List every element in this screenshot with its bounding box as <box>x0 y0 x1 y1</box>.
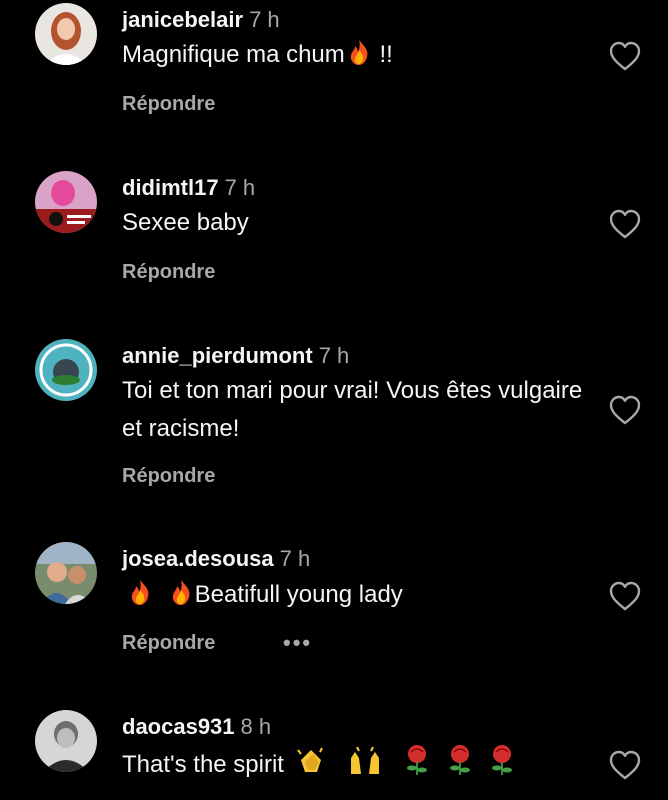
reply-button[interactable]: Répondre <box>122 632 215 655</box>
username[interactable]: josea.desousa <box>122 546 274 571</box>
reply-button[interactable]: Répondre <box>122 465 215 488</box>
reply-button[interactable]: Répondre <box>122 93 215 116</box>
username[interactable]: janicebelair <box>122 7 243 32</box>
avatar[interactable] <box>35 339 97 401</box>
heart-outline-icon[interactable] <box>609 41 641 71</box>
avatar[interactable] <box>35 171 97 233</box>
comments-list: janicebelair 7 h Magnifique ma chum !! Ré… <box>0 0 668 800</box>
fire-icon <box>167 578 195 618</box>
comment-header: janicebelair 7 h <box>122 6 280 34</box>
rose-icon <box>487 744 517 788</box>
clapping-hands-icon <box>295 746 327 788</box>
more-options-icon[interactable]: ••• <box>283 630 312 656</box>
reply-button[interactable]: Répondre <box>122 261 215 284</box>
comment-text: Beatifull young lady <box>122 576 592 618</box>
comment-text: Magnifique ma chum !! <box>122 36 592 78</box>
avatar[interactable] <box>35 710 97 772</box>
timestamp: 7 h <box>279 546 311 571</box>
comment-header: daocas931 8 h <box>122 713 271 741</box>
heart-outline-icon[interactable] <box>609 581 641 611</box>
rose-icon <box>445 744 475 788</box>
timestamp: 7 h <box>249 7 280 32</box>
raising-hands-icon <box>347 746 383 788</box>
fire-icon <box>126 578 154 618</box>
comment-header: annie_pierdumont 7 h <box>122 342 349 370</box>
timestamp: 8 h <box>240 714 272 739</box>
timestamp: 7 h <box>318 343 350 368</box>
comment-text-suffix: !! <box>372 41 393 68</box>
heart-outline-icon[interactable] <box>609 395 641 425</box>
username[interactable]: didimtl17 <box>122 175 219 200</box>
fire-icon <box>345 38 373 78</box>
username[interactable]: daocas931 <box>122 714 235 739</box>
comment-text: That's the spirit <box>122 744 592 788</box>
timestamp: 7 h <box>224 175 256 200</box>
comment-text-main: That's the spirit <box>122 751 284 778</box>
comment-header: didimtl17 7 h <box>122 174 255 202</box>
heart-outline-icon[interactable] <box>609 209 641 239</box>
comment-text: Toi et ton mari pour vrai! Vous êtes vul… <box>122 377 583 442</box>
comment-text-main: Beatifull young lady <box>194 581 403 608</box>
heart-outline-icon[interactable] <box>609 750 641 780</box>
avatar[interactable] <box>35 3 97 65</box>
rose-icon <box>402 744 432 788</box>
comment-text: Sexee baby <box>122 209 249 236</box>
comment-text-main: Magnifique ma chum <box>122 41 345 68</box>
comment-header: josea.desousa 7 h <box>122 545 310 573</box>
username[interactable]: annie_pierdumont <box>122 343 313 368</box>
avatar[interactable] <box>35 542 97 604</box>
